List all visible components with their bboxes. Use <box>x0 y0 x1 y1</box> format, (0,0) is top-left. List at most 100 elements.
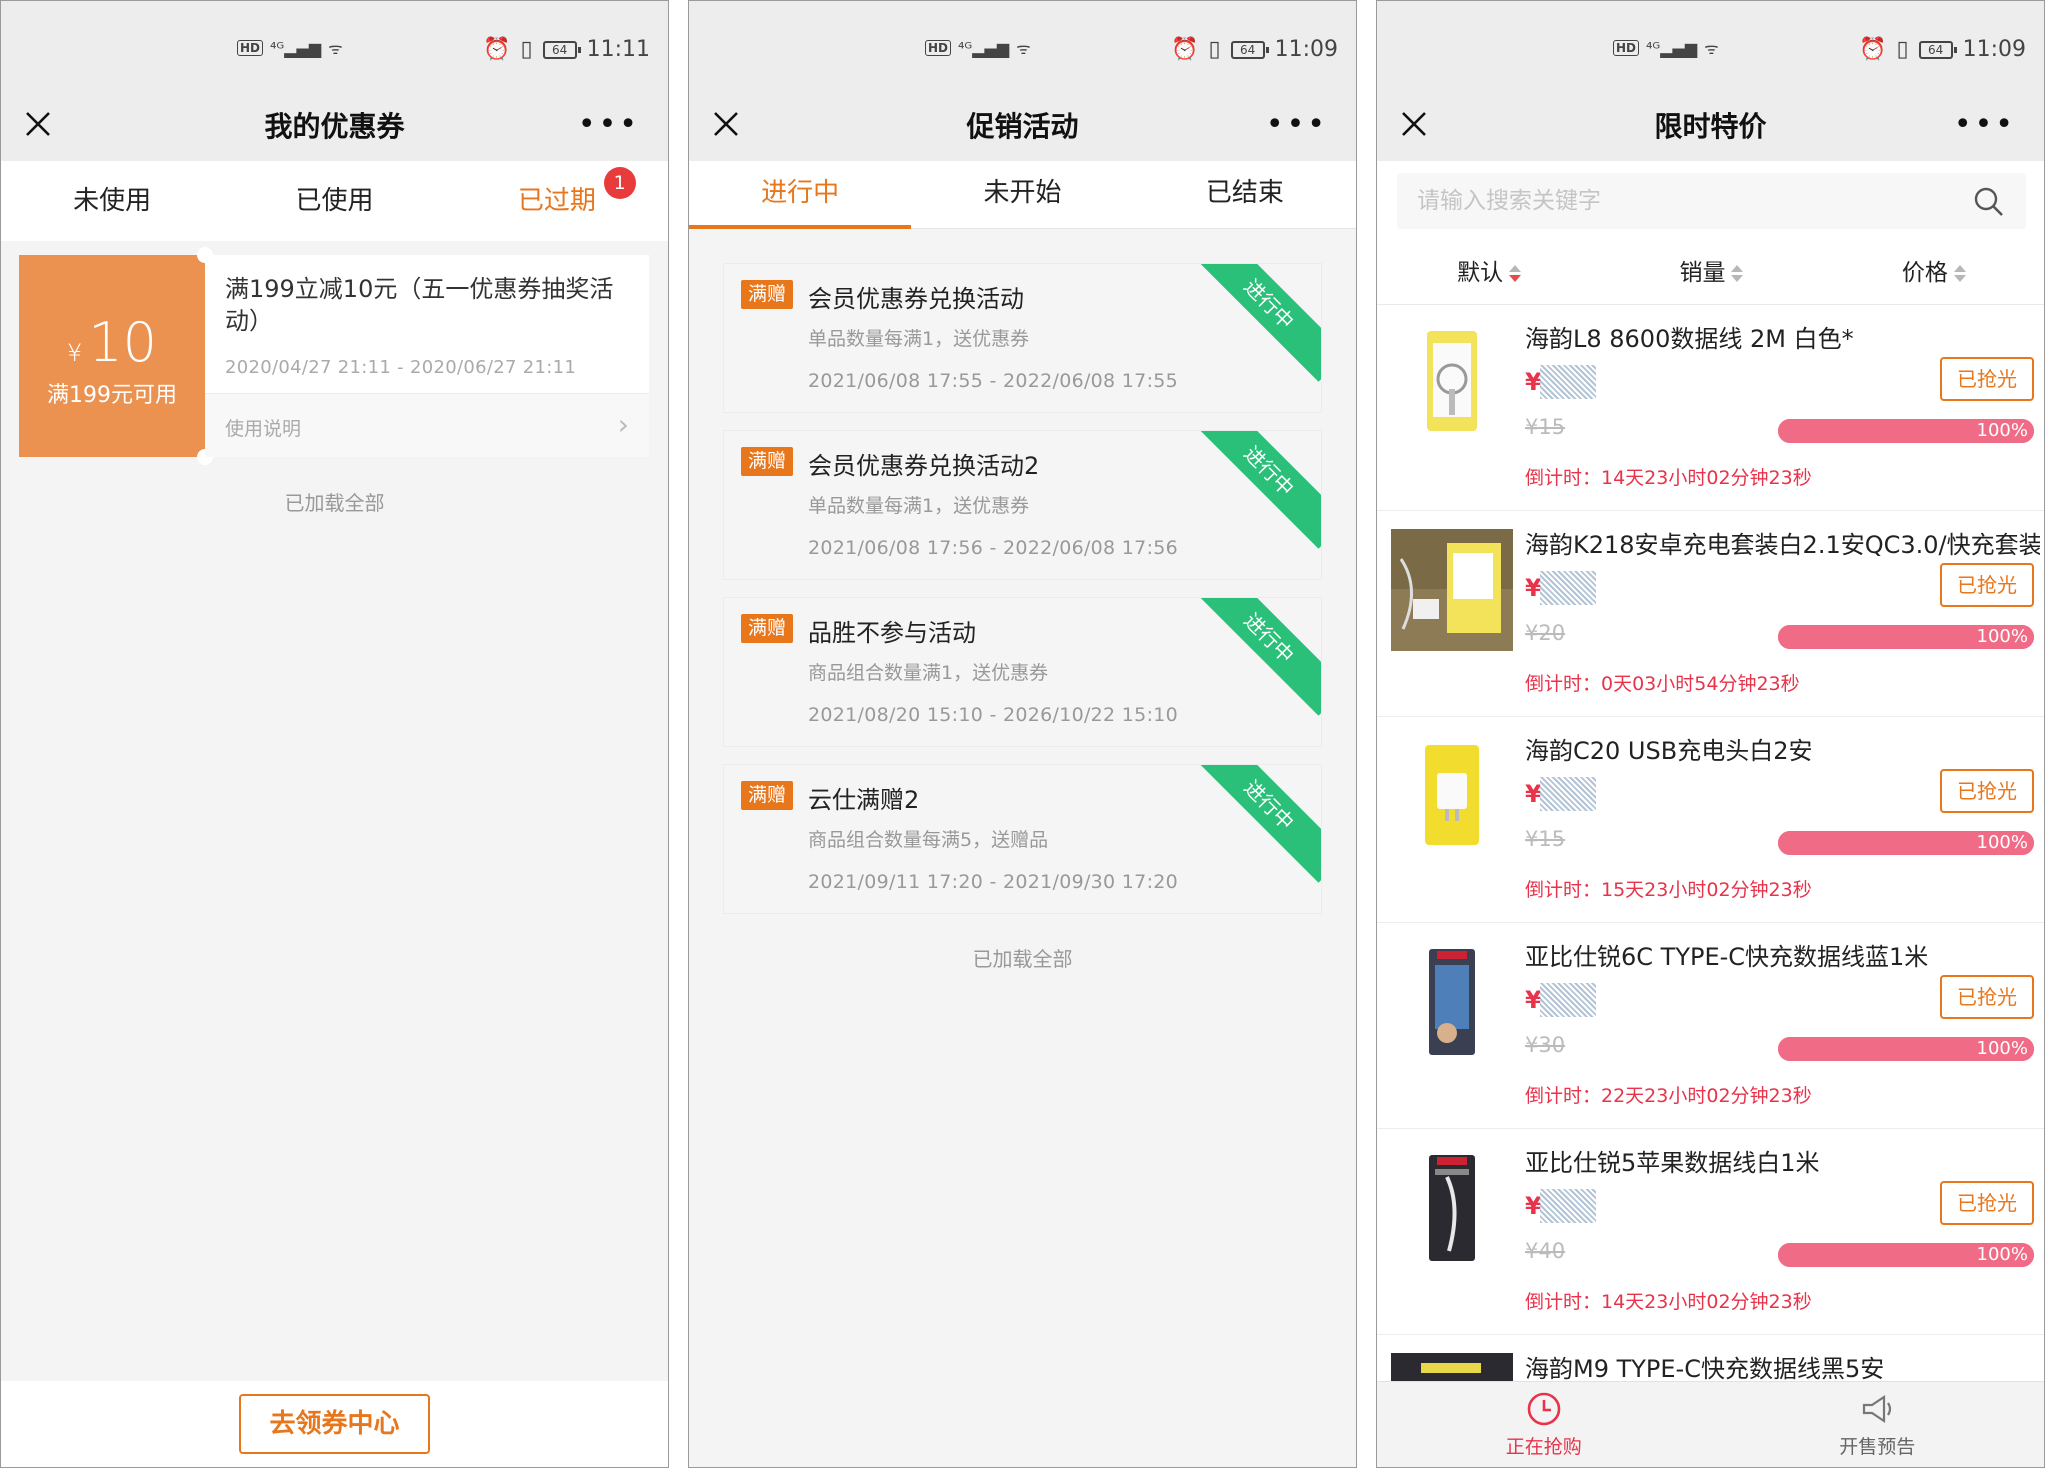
sold-out-button[interactable]: 已抢光 <box>1940 563 2034 607</box>
promotion-card[interactable]: 满赠 会员优惠券兑换活动2 单品数量每满1，送优惠券 2021/06/08 17… <box>723 430 1322 580</box>
promotion-card[interactable]: 满赠 品胜不参与活动 商品组合数量满1，送优惠券 2021/08/20 15:1… <box>723 597 1322 747</box>
status-bar: HD ⁴ᴳ▂▄▆ ᯤ ⏰ ▯ 64 11:09 <box>689 1 1356 101</box>
product-item[interactable]: 亚比仕锐5苹果数据线白1米 ¥ 已抢光 ¥40 100% 倒计时：14天23小时… <box>1377 1129 2044 1335</box>
product-price: ¥ <box>1525 777 1596 811</box>
promotion-card[interactable]: 满赠 云仕满赠2 商品组合数量每满5，送赠品 2021/09/11 17:20 … <box>723 764 1322 914</box>
product-name: 海韵L8 8600数据线 2M 白色* <box>1525 325 1854 353</box>
coupon-card[interactable]: ¥10 满199元可用 满199立减10元（五一优惠券抽奖活动） 2020/04… <box>19 247 649 465</box>
product-image <box>1391 941 1513 1063</box>
progress-text: 100% <box>1976 420 2028 441</box>
promotion-type-tag: 满赠 <box>741 781 794 810</box>
product-image <box>1391 735 1513 857</box>
page-title: 促销活动 <box>966 110 1079 143</box>
ongoing-ribbon: 进行中 <box>1191 598 1321 716</box>
countdown-text: 倒计时：22天23小时02分钟23秒 <box>1525 1085 1812 1107</box>
vibrate-icon: ▯ <box>520 37 533 62</box>
flash-sale-screen: HD ⁴ᴳ▂▄▆ ᯤ ⏰ ▯ 64 11:09 限时特价 ••• 默认 销量 <box>1376 0 2045 1468</box>
tab-upcoming[interactable]: 未开始 <box>911 161 1133 228</box>
product-name: 海韵C20 USB充电头白2安 <box>1525 737 1813 765</box>
sort-sales[interactable]: 销量 <box>1599 241 1821 304</box>
nav-upcoming[interactable]: 开售预告 <box>1711 1382 2045 1467</box>
search-icon[interactable] <box>1972 185 2006 219</box>
product-item[interactable]: 海韵K218安卓充电套装白2.1安QC3.0/快充套装 ¥ 已抢光 ¥20 10… <box>1377 511 2044 717</box>
original-price: ¥15 <box>1525 415 1566 439</box>
bottom-bar: 去领券中心 <box>1 1381 668 1467</box>
status-right: ⏰ ▯ 64 11:09 <box>1859 37 2026 62</box>
tab-ongoing[interactable]: 进行中 <box>689 161 912 229</box>
sold-out-button[interactable]: 已抢光 <box>1940 357 2034 401</box>
product-name: 海韵K218安卓充电套装白2.1安QC3.0/快充套装 <box>1525 531 2040 559</box>
hd-icon: HD <box>925 40 952 56</box>
my-coupons-screen: HD ⁴ᴳ▂▄▆ ᯤ ⏰ ▯ 64 11:11 我的优惠券 ••• 未使用 已使… <box>0 0 669 1468</box>
nav-upcoming-label: 开售预告 <box>1839 1436 1916 1458</box>
product-price: ¥ <box>1525 983 1596 1017</box>
sort-price[interactable]: 价格 <box>1822 241 2044 304</box>
sold-out-button[interactable]: 已抢光 <box>1940 769 2034 813</box>
currency-symbol: ¥ <box>67 339 83 367</box>
countdown-text: 倒计时：14天23小时02分钟23秒 <box>1525 1291 1812 1313</box>
search-input[interactable] <box>1397 173 1957 229</box>
sort-default-label: 默认 <box>1457 260 1504 286</box>
coupon-tabs: 未使用 已使用 已过期 1 <box>1 161 668 241</box>
countdown-text: 倒计时：0天03小时54分钟23秒 <box>1525 673 1800 695</box>
pixelated-price <box>1539 1189 1596 1223</box>
vibrate-icon: ▯ <box>1896 37 1909 62</box>
progress-text: 100% <box>1976 626 2028 647</box>
nav-header: 我的优惠券 ••• <box>1 91 668 161</box>
coupon-date-range: 2020/04/27 21:11 - 2020/06/27 21:11 <box>225 357 577 378</box>
promotion-card[interactable]: 满赠 会员优惠券兑换活动 单品数量每满1，送优惠券 2021/06/08 17:… <box>723 263 1322 413</box>
ongoing-ribbon: 进行中 <box>1191 431 1321 549</box>
sort-default[interactable]: 默认 <box>1377 241 1599 304</box>
nav-on-sale[interactable]: 正在抢购 <box>1377 1382 1711 1467</box>
sold-out-button[interactable]: 已抢光 <box>1940 1181 2034 1225</box>
promotion-description: 单品数量每满1，送优惠券 <box>808 328 1030 350</box>
signal-indicators: HD ⁴ᴳ▂▄▆ ᯤ <box>237 37 343 59</box>
promotion-title: 云仕满赠2 <box>808 786 920 814</box>
promotion-title: 会员优惠券兑换活动 <box>808 285 1024 313</box>
alarm-icon: ⏰ <box>1171 37 1199 62</box>
sold-out-button[interactable]: 已抢光 <box>1940 975 2034 1019</box>
wifi-icon: ᯤ <box>328 39 343 58</box>
product-item[interactable]: 亚比仕锐6C TYPE-C快充数据线蓝1米 ¥ 已抢光 ¥30 100% 倒计时… <box>1377 923 2044 1129</box>
product-image <box>1391 529 1513 651</box>
go-coupon-center-button[interactable]: 去领券中心 <box>239 1394 430 1454</box>
nav-on-sale-label: 正在抢购 <box>1505 1436 1582 1458</box>
original-price: ¥15 <box>1525 827 1566 851</box>
promotion-type-tag: 满赠 <box>741 447 794 476</box>
pixelated-price <box>1539 571 1596 605</box>
promotion-type-tag: 满赠 <box>741 280 794 309</box>
promotion-type-tag: 满赠 <box>741 614 794 643</box>
hd-icon: HD <box>1613 40 1640 56</box>
sort-bar: 默认 销量 价格 <box>1377 241 2044 305</box>
usage-instructions-row[interactable]: 使用说明 › <box>205 394 649 457</box>
countdown-text: 倒计时：14天23小时02分钟23秒 <box>1525 467 1812 489</box>
tab-ended[interactable]: 已结束 <box>1134 161 1356 228</box>
more-icon[interactable]: ••• <box>1954 110 2016 140</box>
wifi-icon: ᯤ <box>1016 39 1031 58</box>
clock: 11:11 <box>586 37 650 62</box>
promotions-screen: HD ⁴ᴳ▂▄▆ ᯤ ⏰ ▯ 64 11:09 促销活动 ••• 进行中 未开始… <box>688 0 1357 1468</box>
promotion-date: 2021/06/08 17:56 - 2022/06/08 17:56 <box>808 537 1179 559</box>
more-icon[interactable]: ••• <box>578 110 640 140</box>
wifi-icon: ᯤ <box>1704 39 1719 58</box>
usage-instructions-label: 使用说明 <box>225 418 302 440</box>
progress-text: 100% <box>1976 832 2028 853</box>
clock-icon <box>1527 1392 1561 1426</box>
product-name: 亚比仕锐5苹果数据线白1米 <box>1525 1149 1820 1177</box>
notification-badge: 1 <box>603 167 636 199</box>
tab-used[interactable]: 已使用 <box>223 161 445 241</box>
nav-header: 促销活动 ••• <box>689 91 1356 161</box>
coupon-condition: 满199元可用 <box>47 383 177 408</box>
signal-indicators: HD ⁴ᴳ▂▄▆ ᯤ <box>1613 37 1719 59</box>
tab-unused[interactable]: 未使用 <box>1 161 223 241</box>
tab-expired[interactable]: 已过期 1 <box>446 161 668 241</box>
sort-arrows-icon <box>1953 263 1966 285</box>
more-icon[interactable]: ••• <box>1266 110 1328 140</box>
signal-icon: ⁴ᴳ▂▄▆ <box>958 38 1010 58</box>
promotion-title: 品胜不参与活动 <box>808 619 976 647</box>
signal-indicators: HD ⁴ᴳ▂▄▆ ᯤ <box>925 37 1031 59</box>
product-price: ¥ <box>1525 365 1596 399</box>
promotion-date: 2021/09/11 17:20 - 2021/09/30 17:20 <box>808 871 1179 893</box>
product-item[interactable]: 海韵L8 8600数据线 2M 白色* ¥ 已抢光 ¥15 100% 倒计时：1… <box>1377 305 2044 511</box>
product-item[interactable]: 海韵C20 USB充电头白2安 ¥ 已抢光 ¥15 100% 倒计时：15天23… <box>1377 717 2044 923</box>
